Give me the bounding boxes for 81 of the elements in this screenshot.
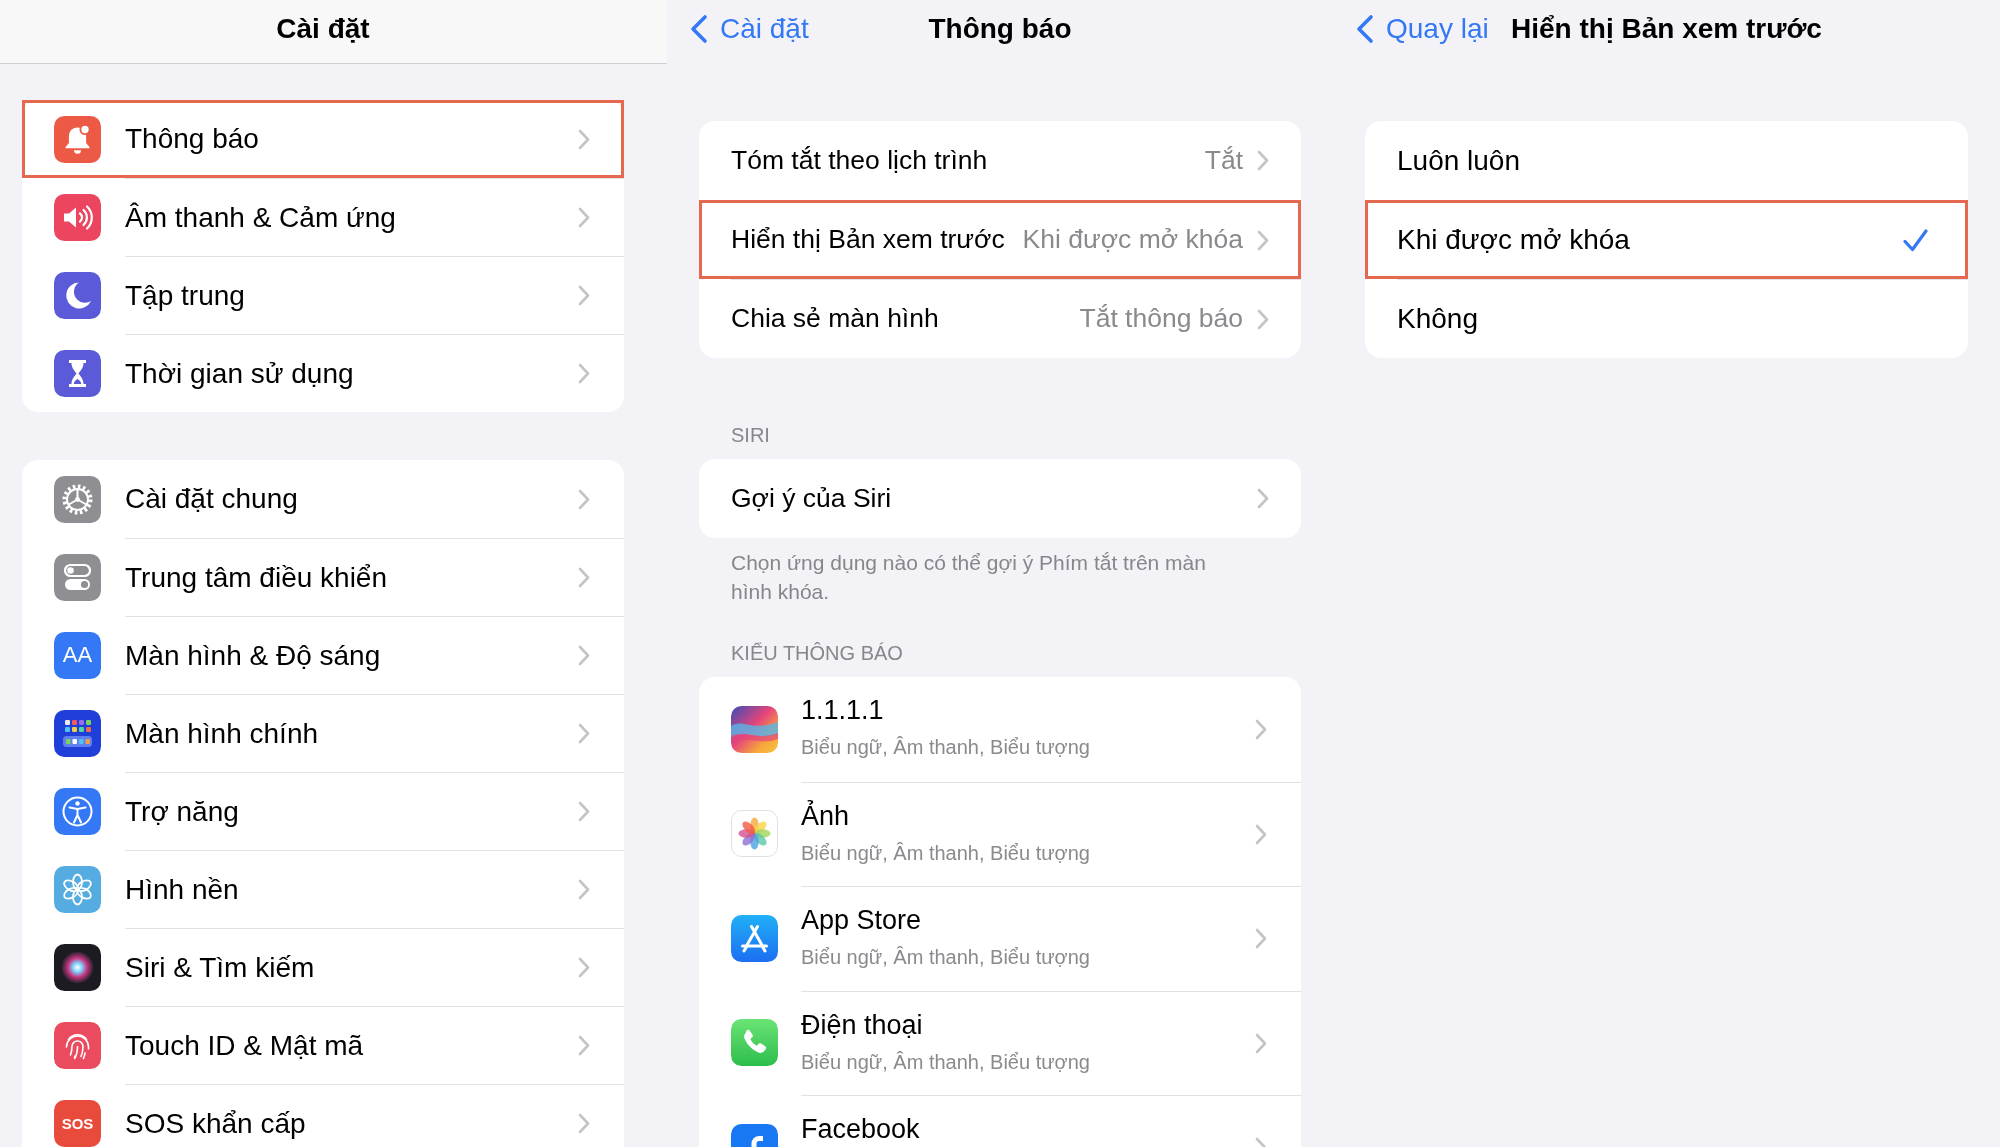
speaker-icon bbox=[54, 193, 101, 241]
row-subtitle: Biểu ngữ, Âm thanh, Biểu tượng bbox=[801, 1049, 1090, 1075]
gear-icon bbox=[54, 475, 101, 523]
back-chevron-icon bbox=[1355, 14, 1374, 44]
chevron-icon bbox=[578, 285, 590, 306]
settings-row[interactable]: Tóm tắt theo lịch trình Tắt bbox=[699, 121, 1301, 200]
back-chevron-icon bbox=[689, 14, 708, 44]
chevron-icon bbox=[1255, 1032, 1267, 1054]
hourglass-icon bbox=[54, 349, 101, 397]
chevron-icon bbox=[578, 1113, 590, 1134]
settings-item[interactable]: AA Màn hình & Độ sáng bbox=[22, 616, 624, 694]
settings-row[interactable]: Gợi ý của Siri bbox=[699, 459, 1301, 538]
app-store-icon bbox=[731, 914, 778, 962]
back-button[interactable]: Quay lại bbox=[1355, 12, 1489, 46]
app-row[interactable]: Facebook bbox=[699, 1095, 1301, 1147]
fingerprint-icon bbox=[54, 1021, 101, 1069]
app-row[interactable]: 1.1.1.1 Biểu ngữ, Âm thanh, Biểu tượng bbox=[699, 677, 1301, 782]
settings-item[interactable]: Màn hình chính bbox=[22, 694, 624, 772]
chevron-icon bbox=[1257, 308, 1269, 330]
app-row[interactable]: Điện thoại Biểu ngữ, Âm thanh, Biểu tượng bbox=[699, 990, 1301, 1095]
rainbow-icon bbox=[731, 705, 778, 753]
settings-item[interactable]: Hình nền bbox=[22, 850, 624, 928]
chevron-icon bbox=[1255, 823, 1267, 845]
chevron-icon bbox=[578, 957, 590, 978]
row-subtitle: Biểu ngữ, Âm thanh, Biểu tượng bbox=[801, 945, 1090, 970]
chevron-icon bbox=[578, 567, 590, 588]
checkmark-icon bbox=[1903, 228, 1928, 252]
settings-item[interactable]: Touch ID & Mật mã bbox=[22, 1006, 624, 1084]
settings-row[interactable]: Hiển thị Bản xem trước Khi được mở khóa bbox=[699, 200, 1301, 279]
chevron-icon bbox=[578, 645, 590, 666]
section-header: SIRI bbox=[731, 423, 770, 447]
bell-icon bbox=[54, 115, 101, 163]
moon-icon bbox=[54, 271, 101, 319]
section-footer: Chọn ứng dụng nào có thể gợi ý Phím tắt trên màn hình khóa. bbox=[731, 548, 1236, 606]
app-grid-icon bbox=[54, 709, 101, 757]
chevron-icon bbox=[578, 128, 590, 150]
app-row[interactable]: Ảnh Biểu ngữ, Âm thanh, Biểu tượng bbox=[699, 781, 1301, 886]
settings-item[interactable]: Thông báo bbox=[22, 100, 624, 178]
settings-item[interactable]: Trợ năng bbox=[22, 772, 624, 850]
value-label: Khi được mở khóa bbox=[1022, 223, 1243, 257]
sos-icon: SOS bbox=[54, 1099, 101, 1147]
chevron-icon bbox=[1255, 718, 1267, 740]
settings-item[interactable]: Siri & Tìm kiếm bbox=[22, 928, 624, 1006]
chevron-icon bbox=[578, 1035, 590, 1056]
screen-title: Cài đặt bbox=[276, 12, 370, 46]
settings-item[interactable]: Cài đặt chung bbox=[22, 460, 624, 538]
chevron-icon bbox=[578, 723, 590, 744]
chevron-icon bbox=[578, 363, 590, 384]
section-header: KIỂU THÔNG BÁO bbox=[731, 641, 903, 665]
chevron-icon bbox=[578, 801, 590, 822]
option-row[interactable]: Khi được mở khóa bbox=[1365, 200, 1968, 279]
settings-item[interactable]: Trung tâm điều khiển bbox=[22, 538, 624, 616]
chevron-icon bbox=[578, 207, 590, 228]
app-row[interactable]: App Store Biểu ngữ, Âm thanh, Biểu tượng bbox=[699, 886, 1301, 991]
flower-icon bbox=[54, 865, 101, 913]
chevron-icon bbox=[1257, 229, 1269, 251]
value-label: Tắt bbox=[1204, 143, 1243, 177]
row-subtitle: Biểu ngữ, Âm thanh, Biểu tượng bbox=[801, 735, 1090, 760]
photos-icon bbox=[731, 810, 778, 858]
settings-item[interactable]: Thời gian sử dụng bbox=[22, 334, 624, 412]
back-button[interactable]: Cài đặt bbox=[689, 12, 809, 46]
text-size-icon: AA bbox=[54, 631, 101, 679]
chevron-icon bbox=[1257, 150, 1269, 171]
row-subtitle: Biểu ngữ, Âm thanh, Biểu tượng bbox=[801, 840, 1090, 866]
screen-title: Hiển thị Bản xem trước bbox=[1511, 12, 1822, 46]
toggle-switches-icon bbox=[54, 553, 101, 601]
glowing-orb-icon bbox=[54, 943, 101, 991]
option-row[interactable]: Luôn luôn bbox=[1365, 121, 1968, 200]
option-row[interactable]: Không bbox=[1365, 279, 1968, 358]
settings-item[interactable]: Tập trung bbox=[22, 256, 624, 334]
phone-icon bbox=[731, 1019, 778, 1067]
settings-row[interactable]: Chia sẻ màn hình Tắt thông báo bbox=[699, 279, 1301, 358]
screen-title: Thông báo bbox=[928, 12, 1072, 46]
chevron-icon bbox=[1255, 928, 1267, 950]
settings-item[interactable]: Âm thanh & Cảm ứng bbox=[22, 178, 624, 256]
accessibility-icon bbox=[54, 787, 101, 835]
chevron-icon bbox=[1257, 488, 1269, 509]
value-label: Tắt thông báo bbox=[1079, 302, 1243, 336]
chevron-icon bbox=[578, 488, 590, 510]
chevron-icon bbox=[578, 879, 590, 900]
settings-item[interactable]: SOS SOS khẩn cấp bbox=[22, 1084, 624, 1147]
